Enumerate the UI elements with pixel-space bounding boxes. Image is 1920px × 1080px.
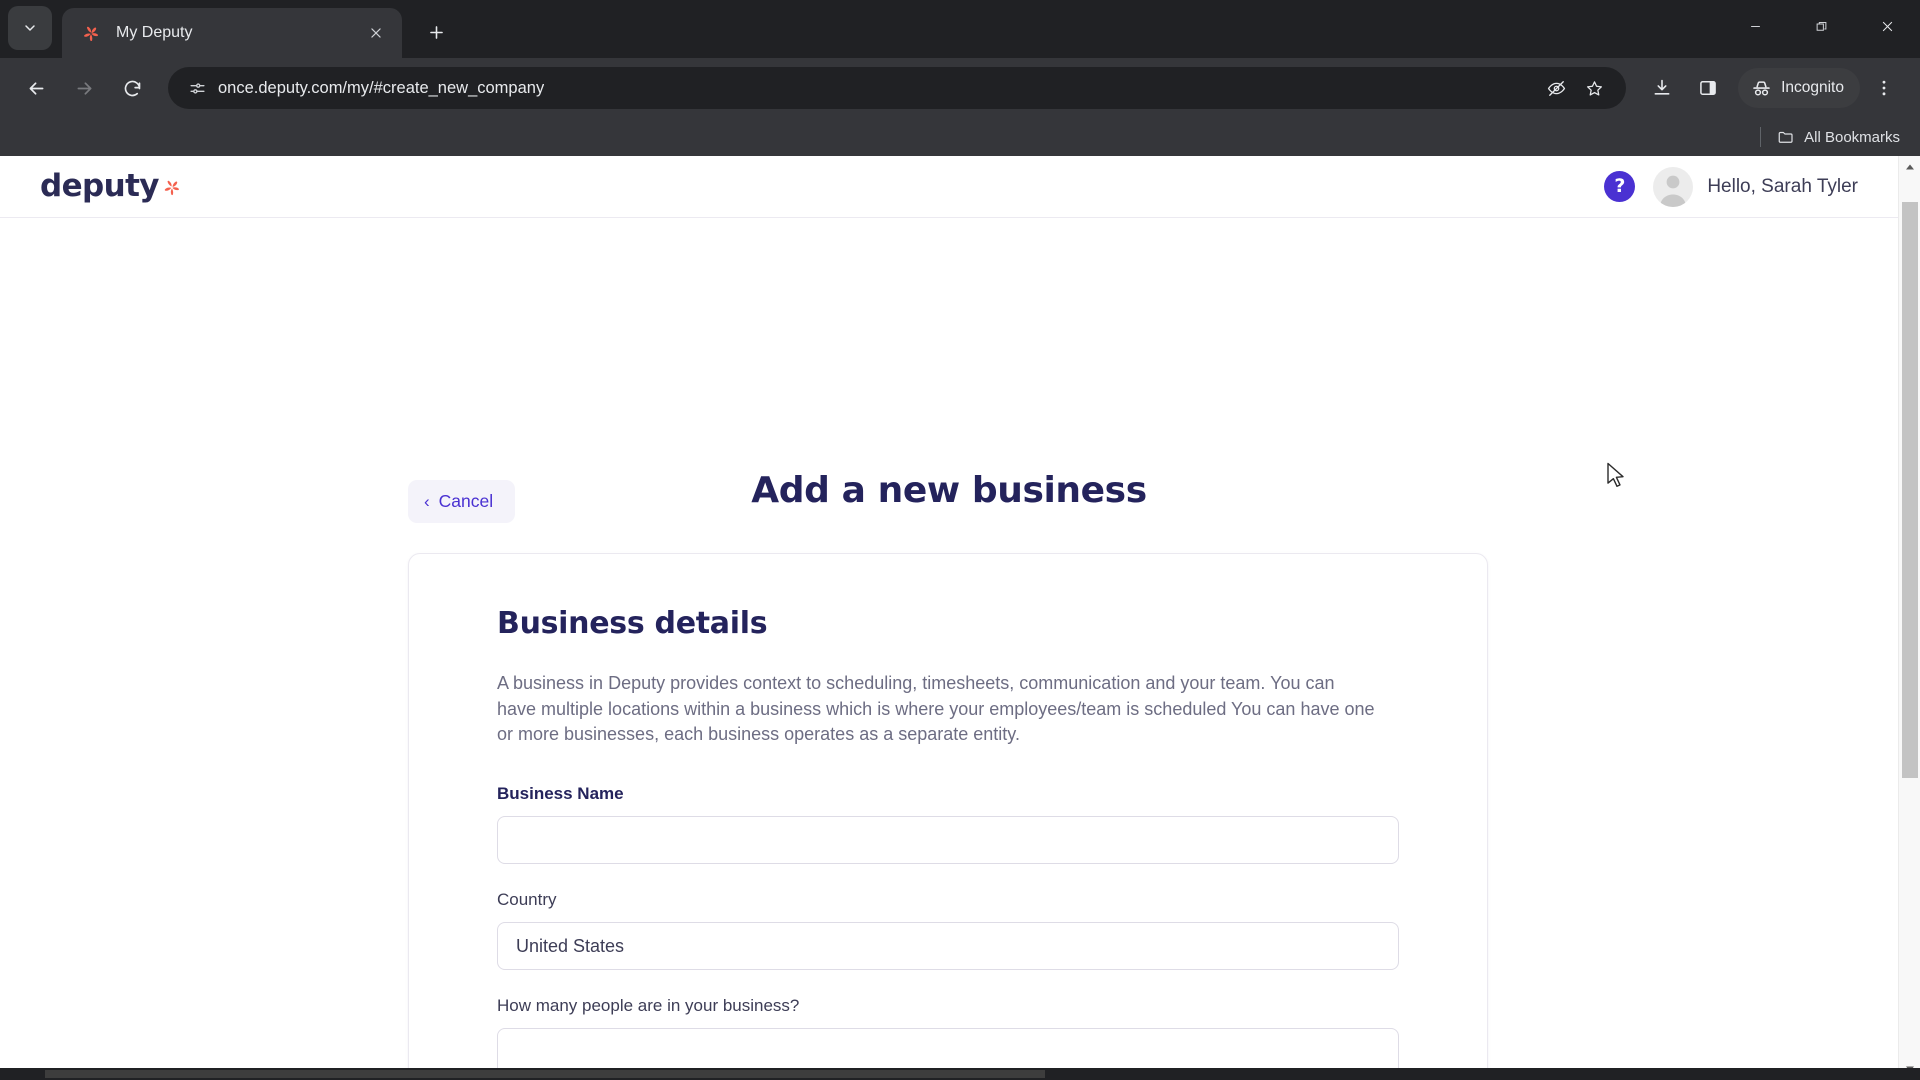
app-header: deputy ? Hello, Sarah Tyler: [0, 156, 1898, 218]
field-business-name: Business Name: [497, 784, 1399, 865]
reload-icon: [124, 80, 140, 96]
page-viewport: deputy ? Hello, Sarah Tyler ‹ Cancel Add…: [0, 156, 1920, 1080]
restore-icon: [1816, 21, 1826, 31]
all-bookmarks-button[interactable]: All Bookmarks: [1771, 124, 1906, 150]
site-info-button[interactable]: [182, 73, 212, 103]
side-panel-icon: [1700, 81, 1716, 95]
header-right: ? Hello, Sarah Tyler: [1604, 166, 1858, 207]
browser-tab[interactable]: My Deputy: [62, 8, 402, 58]
minimize-button[interactable]: [1722, 0, 1788, 52]
reload-button[interactable]: [110, 66, 154, 110]
minimize-icon: [1750, 25, 1760, 27]
close-window-button[interactable]: [1854, 0, 1920, 52]
deputy-app: deputy ? Hello, Sarah Tyler ‹ Cancel Add…: [0, 156, 1898, 1080]
side-panel-button[interactable]: [1686, 66, 1730, 110]
downloads-button[interactable]: [1640, 66, 1684, 110]
business-name-input[interactable]: [497, 816, 1399, 865]
incognito-label: Incognito: [1781, 79, 1844, 96]
address-bar[interactable]: once.deputy.com/my/#create_new_company: [168, 67, 1627, 109]
incognito-indicator[interactable]: Incognito: [1738, 68, 1860, 108]
folder-icon: [1778, 131, 1793, 143]
deputy-logo[interactable]: deputy: [40, 171, 183, 202]
business-details-card: Business details A business in Deputy pr…: [408, 553, 1488, 1080]
browser-window: My Deputy once.deputy.com/my/#create_new…: [0, 0, 1920, 1080]
page-scroll-area: ‹ Cancel Add a new business Business det…: [0, 218, 1898, 1080]
arrow-left-icon: [29, 81, 43, 95]
download-icon: [1654, 79, 1670, 95]
more-vertical-icon: [1882, 80, 1886, 96]
tracking-protection-button[interactable]: [1538, 70, 1574, 106]
url-text: once.deputy.com/my/#create_new_company: [218, 78, 545, 97]
user-avatar-icon: [1660, 175, 1687, 207]
plus-icon: [429, 25, 443, 39]
greeting-text: Hello, Sarah Tyler: [1707, 175, 1858, 197]
field-country: Country: [497, 890, 1399, 971]
headcount-label: How many people are in your business?: [497, 996, 800, 1016]
eye-off-icon: [1547, 80, 1565, 96]
chevron-down-icon: [25, 25, 35, 31]
close-icon: [1882, 21, 1892, 31]
country-input[interactable]: [497, 922, 1399, 971]
close-icon: [371, 28, 381, 38]
forward-button[interactable]: [62, 66, 106, 110]
horizontal-scrollbar-thumb[interactable]: [45, 1070, 1045, 1078]
user-menu[interactable]: Hello, Sarah Tyler: [1653, 166, 1858, 207]
bookmarks-bar: All Bookmarks: [0, 118, 1920, 156]
vertical-scrollbar-thumb[interactable]: [1902, 202, 1918, 778]
card-description: A business in Deputy provides context to…: [497, 673, 1375, 745]
tab-close-button[interactable]: [362, 19, 390, 47]
country-label: Country: [497, 890, 557, 910]
browser-toolbar: once.deputy.com/my/#create_new_company I…: [0, 58, 1920, 118]
bookmarks-divider: [1760, 127, 1762, 147]
page-title: Add a new business: [751, 470, 1147, 511]
toolbar-right-actions: Incognito: [1640, 66, 1906, 110]
incognito-icon: [1753, 80, 1770, 96]
logo-text: deputy: [40, 168, 160, 204]
tab-search-button[interactable]: [8, 6, 52, 50]
back-button[interactable]: [14, 66, 58, 110]
field-headcount: How many people are in your business?: [497, 996, 1399, 1077]
maximize-button[interactable]: [1788, 0, 1854, 52]
vertical-scrollbar[interactable]: [1898, 156, 1920, 1080]
help-button[interactable]: ?: [1604, 171, 1636, 202]
deputy-logomark-icon: [164, 180, 179, 196]
page-settings-icon: [189, 82, 205, 94]
all-bookmarks-label: All Bookmarks: [1804, 128, 1900, 146]
bookmark-button[interactable]: [1576, 70, 1612, 106]
business-name-label: Business Name: [497, 784, 624, 804]
horizontal-scrollbar[interactable]: [0, 1068, 1920, 1080]
help-icon: ?: [1614, 175, 1626, 197]
scroll-up-arrow[interactable]: [1899, 156, 1920, 178]
tab-strip: My Deputy: [0, 0, 1920, 58]
tab-title: My Deputy: [116, 24, 193, 41]
chrome-menu-button[interactable]: [1862, 66, 1906, 110]
star-icon: [1586, 80, 1602, 96]
caret-up-icon: [1906, 164, 1914, 170]
window-controls: [1722, 0, 1920, 52]
arrow-right-icon: [77, 81, 91, 95]
new-tab-button[interactable]: [416, 12, 456, 52]
omnibox-actions: [1530, 70, 1612, 106]
avatar: [1653, 166, 1694, 207]
card-title: Business details: [497, 606, 768, 641]
deputy-favicon-icon: [84, 26, 98, 42]
